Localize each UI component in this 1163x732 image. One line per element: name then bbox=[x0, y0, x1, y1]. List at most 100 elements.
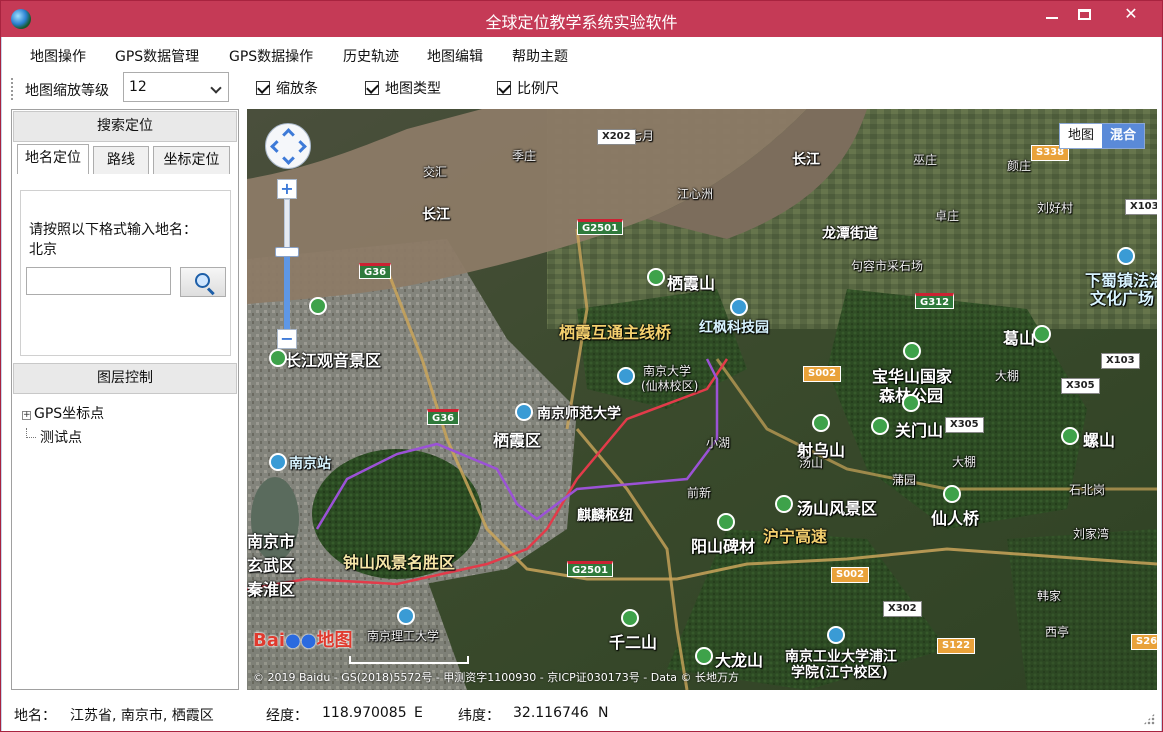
road-shield: G2501 bbox=[567, 561, 614, 577]
tab-route[interactable]: 路线 bbox=[93, 146, 149, 174]
maximize-button[interactable] bbox=[1061, 1, 1107, 29]
zoom-in-button[interactable]: + bbox=[277, 179, 297, 199]
road-shield: X103 bbox=[1125, 199, 1157, 215]
station-poi-icon[interactable] bbox=[269, 453, 287, 471]
map-label: 文化广场 bbox=[1090, 289, 1155, 308]
toolbar-grip[interactable] bbox=[11, 78, 14, 100]
pan-right-icon[interactable] bbox=[294, 140, 307, 153]
menu-gps-data-manage[interactable]: GPS数据管理 bbox=[115, 46, 199, 66]
window-title: 全球定位教学系统实验软件 bbox=[485, 13, 678, 32]
menu-help[interactable]: 帮助主题 bbox=[512, 46, 568, 66]
map-label: 麒麟枢纽 bbox=[577, 508, 633, 524]
checkbox-checked-icon bbox=[497, 81, 511, 95]
map-label: 前新 bbox=[687, 486, 712, 500]
university-poi-icon[interactable] bbox=[827, 626, 845, 644]
map-type-label: 地图类型 bbox=[385, 81, 441, 97]
zoom-slider-thumb[interactable] bbox=[275, 247, 299, 257]
tab-coordinate-search[interactable]: 坐标定位 bbox=[153, 146, 230, 174]
university-poi-icon[interactable] bbox=[397, 607, 415, 625]
close-button[interactable]: ✕ bbox=[1102, 1, 1160, 29]
map-label: 韩家 bbox=[1037, 589, 1062, 603]
mountain-poi-icon[interactable] bbox=[943, 485, 961, 503]
map-label: 龙潭街道 bbox=[822, 226, 878, 242]
mountain-poi-icon[interactable] bbox=[812, 414, 830, 432]
scale-label: 比例尺 bbox=[517, 81, 559, 97]
zoom-bar-label: 缩放条 bbox=[276, 81, 318, 97]
map-view[interactable]: 南京市 玄武区 秦淮区 栖霞区 钟山风景名胜区 南京站 栖霞山 栖霞互通主线桥 … bbox=[247, 109, 1157, 690]
pan-up-icon[interactable] bbox=[282, 128, 295, 141]
search-button[interactable] bbox=[180, 267, 226, 297]
menu-map-ops[interactable]: 地图操作 bbox=[30, 46, 86, 66]
menu-history-track[interactable]: 历史轨迹 bbox=[343, 46, 399, 66]
baidu-logo: Bai●●地图 bbox=[253, 630, 353, 651]
left-panel: 搜索定位 地名定位 路线 坐标定位 请按照以下格式输入地名： 北京 图层控制 +… bbox=[11, 109, 239, 690]
place-search-input[interactable] bbox=[26, 267, 171, 295]
search-hint: 请按照以下格式输入地名： bbox=[29, 222, 197, 238]
resize-grip[interactable] bbox=[1143, 713, 1155, 725]
layer-item-test[interactable]: 测试点 bbox=[22, 426, 104, 450]
mountain-poi-icon[interactable] bbox=[902, 394, 920, 412]
campus-poi-icon[interactable] bbox=[730, 298, 748, 316]
scale-checkbox[interactable]: 比例尺 bbox=[497, 78, 559, 98]
pan-control[interactable] bbox=[265, 123, 311, 169]
layer-section-header[interactable]: 图层控制 bbox=[13, 363, 237, 394]
map-label: 秦淮区 bbox=[247, 580, 296, 599]
latitude-value: 32.116746 bbox=[513, 705, 589, 721]
map-label: 仙人桥 bbox=[931, 509, 980, 528]
map-label: 刘好村 bbox=[1037, 201, 1074, 215]
road-shield: G2501 bbox=[577, 219, 624, 235]
pan-left-icon[interactable] bbox=[270, 140, 283, 153]
road-shield: S26 bbox=[1131, 634, 1157, 650]
road-shield: X305 bbox=[1061, 378, 1100, 394]
map-label: 大棚 bbox=[995, 369, 1020, 383]
expand-icon[interactable]: + bbox=[22, 411, 31, 420]
map-label: 大龙山 bbox=[715, 651, 764, 670]
zoom-bar-checkbox[interactable]: 缩放条 bbox=[256, 78, 318, 98]
map-label: 汤山 bbox=[799, 456, 824, 470]
map-type-option-hybrid[interactable]: 混合 bbox=[1101, 124, 1144, 148]
search-tabs: 地名定位 路线 坐标定位 bbox=[17, 144, 232, 174]
layer-item-gps[interactable]: + GPS坐标点 bbox=[22, 402, 104, 426]
mountain-poi-icon[interactable] bbox=[903, 342, 921, 360]
mountain-poi-icon[interactable] bbox=[647, 268, 665, 286]
road-shield: S122 bbox=[937, 638, 976, 654]
map-label: 长江观音景区 bbox=[285, 351, 382, 370]
map-label: 交汇 bbox=[423, 165, 448, 179]
map-label: 巫庄 bbox=[913, 153, 938, 167]
park-poi-icon[interactable] bbox=[309, 297, 327, 315]
map-type-checkbox[interactable]: 地图类型 bbox=[365, 78, 441, 98]
map-label: 颜庄 bbox=[1007, 159, 1032, 173]
road-shield: G36 bbox=[427, 409, 460, 425]
menu-map-edit[interactable]: 地图编辑 bbox=[427, 46, 483, 66]
layer-label-test: 测试点 bbox=[40, 430, 82, 446]
mountain-poi-icon[interactable] bbox=[695, 647, 713, 665]
mountain-poi-icon[interactable] bbox=[1061, 427, 1079, 445]
mountain-poi-icon[interactable] bbox=[1033, 325, 1051, 343]
map-label: 西亭 bbox=[1045, 625, 1070, 639]
pan-down-icon[interactable] bbox=[282, 152, 295, 165]
zoom-level-select[interactable]: 12 bbox=[123, 72, 229, 102]
search-section-header[interactable]: 搜索定位 bbox=[13, 111, 237, 142]
tree-connector bbox=[26, 428, 36, 438]
university-poi-icon[interactable] bbox=[515, 403, 533, 421]
latitude-dir: N bbox=[598, 705, 609, 721]
menu-gps-data-ops[interactable]: GPS数据操作 bbox=[229, 46, 313, 66]
status-bar: 地名： 江苏省, 南京市, 栖霞区 经度： 118.970085 E 纬度： 3… bbox=[2, 697, 1161, 731]
university-poi-icon[interactable] bbox=[617, 367, 635, 385]
mountain-poi-icon[interactable] bbox=[775, 495, 793, 513]
park-poi-icon[interactable] bbox=[269, 349, 287, 367]
plaza-poi-icon[interactable] bbox=[1117, 247, 1135, 265]
zoom-out-button[interactable]: − bbox=[277, 329, 297, 349]
map-label: 蒲园 bbox=[892, 473, 917, 487]
longitude-value: 118.970085 bbox=[322, 705, 407, 721]
mountain-poi-icon[interactable] bbox=[871, 417, 889, 435]
road-shield: X202 bbox=[597, 129, 636, 145]
menu-bar: 地图操作 GPS数据管理 GPS数据操作 历史轨迹 地图编辑 帮助主题 bbox=[2, 37, 1161, 69]
map-type-option-map[interactable]: 地图 bbox=[1060, 124, 1102, 148]
map-copyright: © 2019 Baidu - GS(2018)5572号 - 甲测资字11009… bbox=[253, 671, 740, 684]
mountain-poi-icon[interactable] bbox=[621, 609, 639, 627]
monument-poi-icon[interactable] bbox=[717, 513, 735, 531]
minimize-icon bbox=[1046, 17, 1058, 19]
title-bar[interactable]: 全球定位教学系统实验软件 ✕ bbox=[1, 1, 1162, 37]
tab-place-search[interactable]: 地名定位 bbox=[17, 144, 89, 174]
